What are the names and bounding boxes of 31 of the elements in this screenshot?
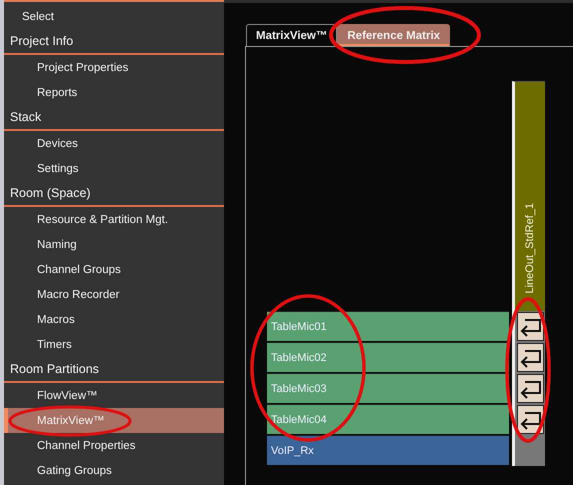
sidebar-item[interactable]: Macro Recorder	[4, 282, 224, 307]
row-header: VoIP_Rx	[267, 435, 509, 465]
sidebar-item[interactable]: Channel Groups	[4, 257, 224, 282]
sidebar-item[interactable]: Select	[4, 4, 224, 29]
row-header: TableMic01	[267, 311, 509, 341]
tab[interactable]: Reference Matrix	[337, 24, 450, 46]
sidebar-item[interactable]: Reports	[4, 80, 224, 105]
sidebar-item[interactable]: FlowView™	[4, 383, 224, 408]
column-label: LineOut_StdRef_1	[524, 203, 536, 294]
tab[interactable]: MatrixView™	[246, 24, 338, 46]
sidebar-item[interactable]: Macros	[4, 307, 224, 332]
section-header: Project Info	[4, 29, 224, 55]
sidebar-item[interactable]: Project Properties	[4, 55, 224, 80]
section-header: Room Partitions	[4, 357, 224, 383]
section-header: Room (Space)	[4, 181, 224, 207]
sidebar-item[interactable]: Gating Groups	[4, 458, 224, 483]
section-header: Stack	[4, 105, 224, 131]
sidebar-item[interactable]: Resource & Partition Mgt.	[4, 207, 224, 232]
sidebar-item[interactable]: Devices	[4, 131, 224, 156]
crosspoint-cell[interactable]	[517, 312, 544, 341]
sidebar-item[interactable]: Settings	[4, 156, 224, 181]
sidebar-item[interactable]: Channel Properties	[4, 433, 224, 458]
crosspoint-cell[interactable]	[517, 405, 544, 434]
row-header: TableMic04	[267, 404, 509, 434]
sidebar-item[interactable]: Naming	[4, 232, 224, 257]
crosspoint-cell[interactable]	[517, 374, 544, 403]
sidebar-item[interactable]: MatrixView™	[4, 408, 224, 433]
sidebar-item[interactable]: Timers	[4, 332, 224, 357]
crosspoint-cell[interactable]	[517, 343, 544, 372]
row-header: TableMic03	[267, 373, 509, 403]
row-header: TableMic02	[267, 342, 509, 372]
